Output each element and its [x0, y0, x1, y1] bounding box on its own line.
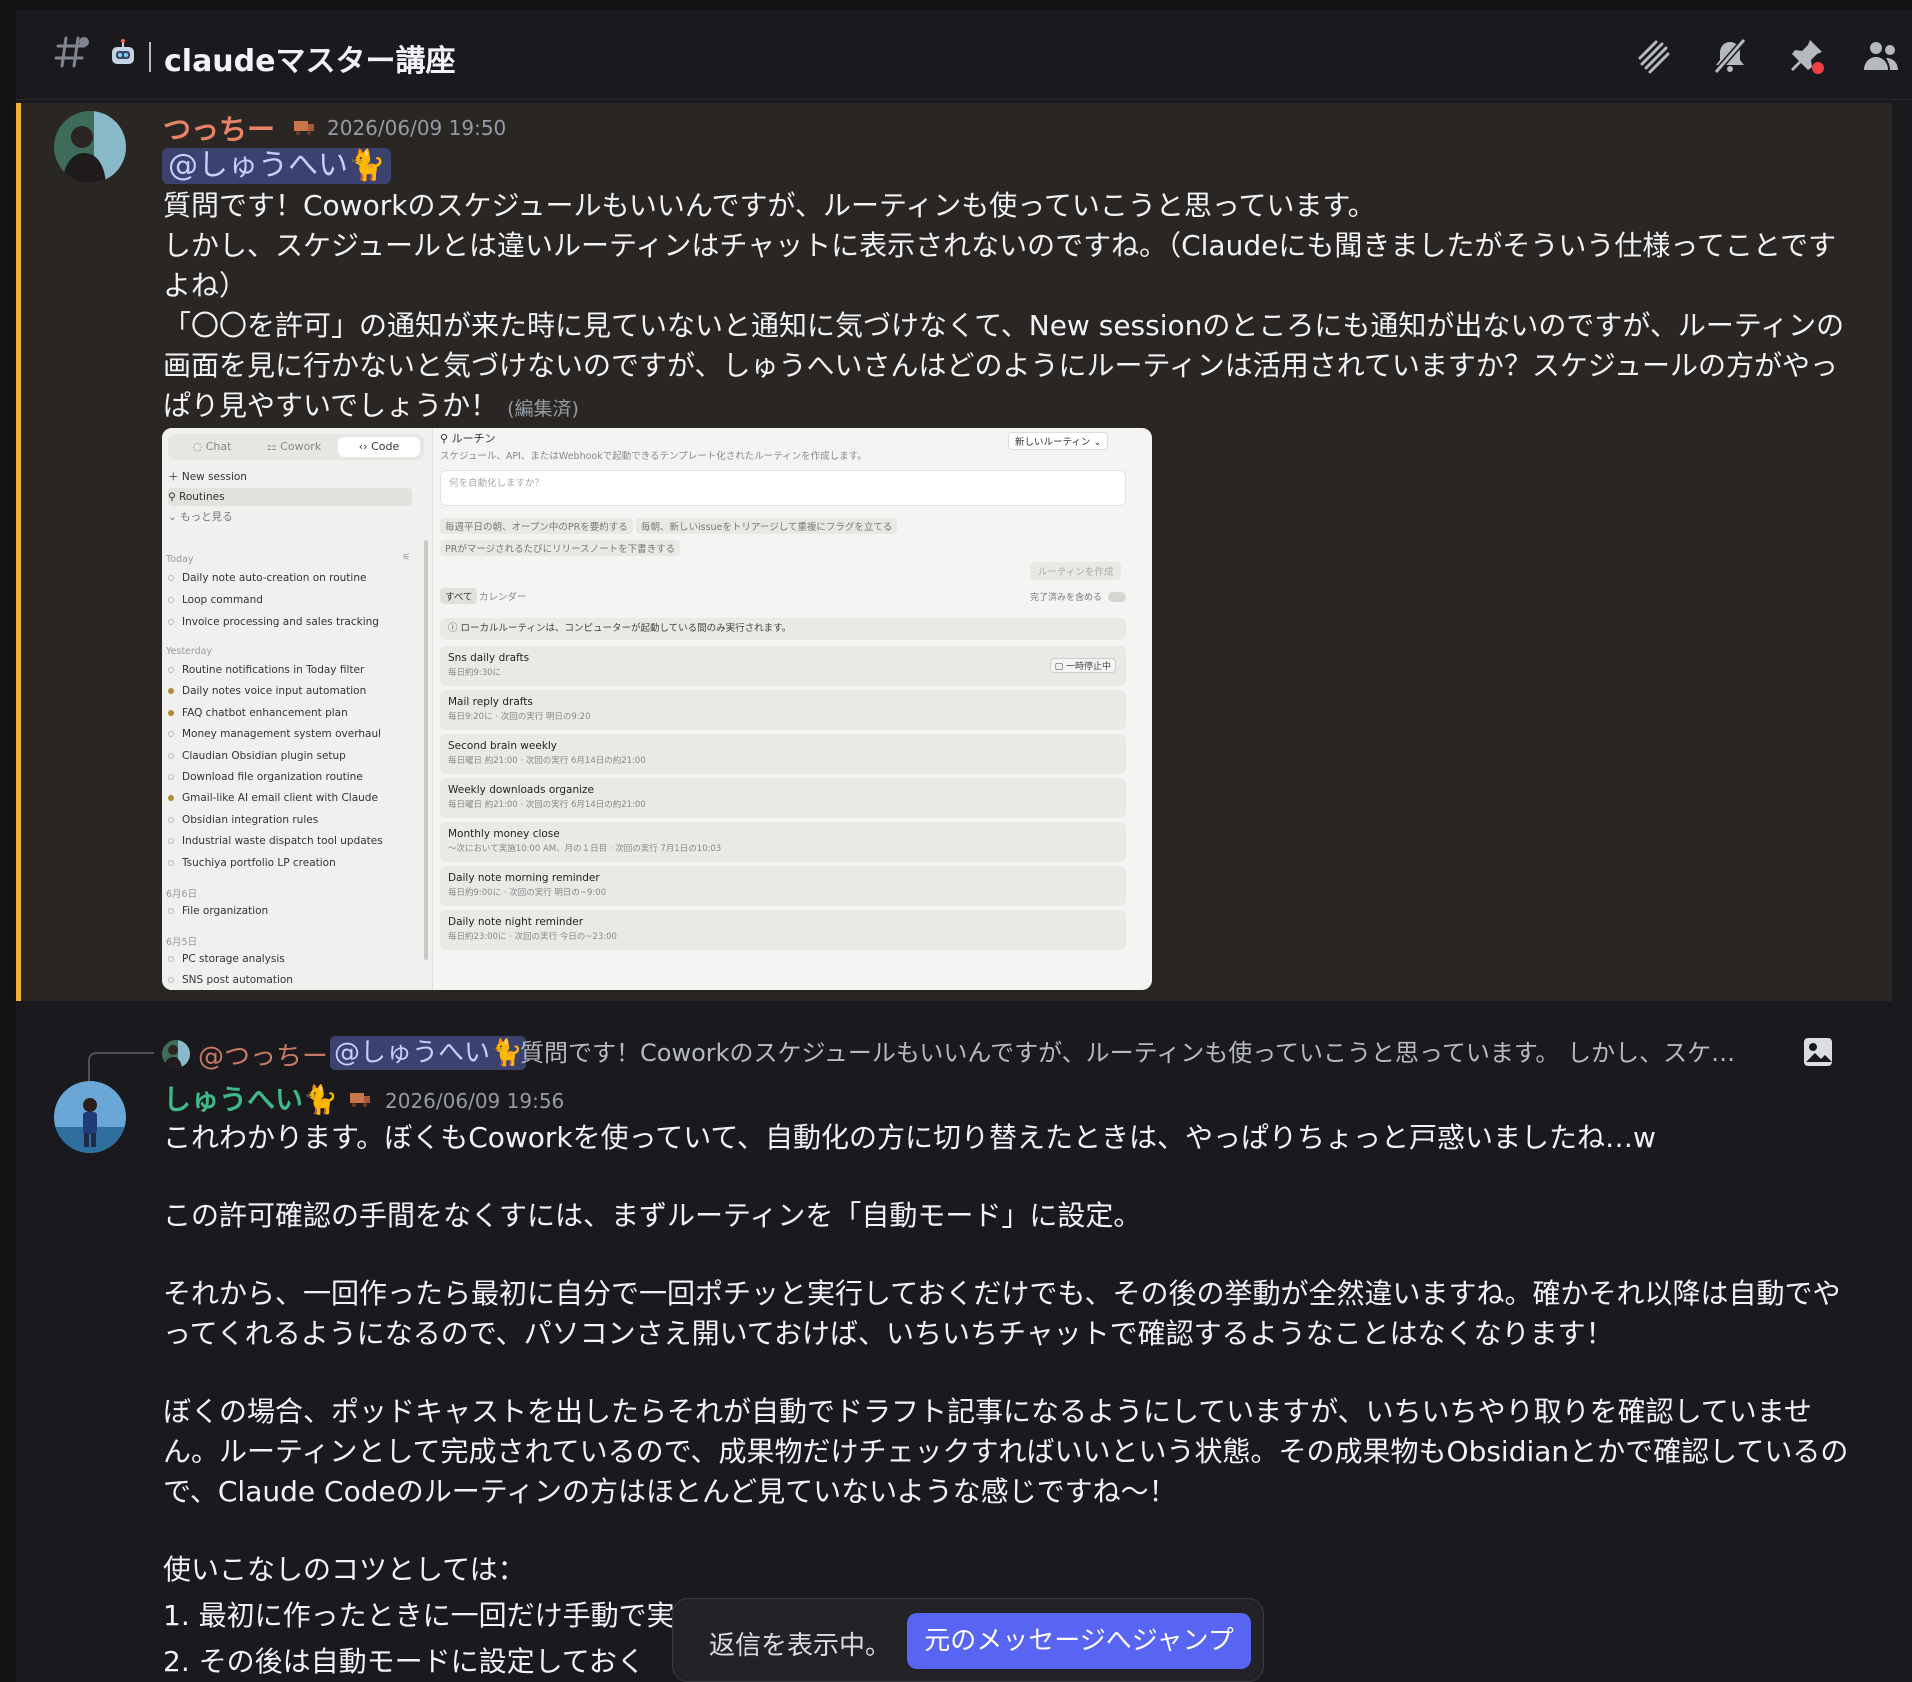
group-label: 6月5日 [166, 937, 198, 948]
tab-chat[interactable]: ◌ Chat [172, 437, 252, 457]
server-tag-icon [350, 1093, 370, 1107]
panel-title: ⚲ ルーチン [440, 432, 496, 445]
routine-card[interactable]: Monthly money close 〜次において実施10:00 AM、月の１… [440, 822, 1126, 862]
message-timestamp: 2026/06/09 19:56 [385, 1089, 565, 1113]
local-notice: ⓘ ローカルルーティンは、コンピューターが起動している間のみ実行されます。 [440, 618, 1126, 640]
message-author[interactable]: しゅうへい🐈 [163, 1078, 338, 1118]
mute-icon[interactable] [1710, 36, 1750, 76]
reply-jump-toast: 返信を表示中。 元のメッセージへジャンプ [672, 1598, 1264, 1682]
create-routine-button[interactable]: ルーティンを作成 [1030, 562, 1122, 580]
list-item[interactable]: Routine notifications in Today filter [168, 664, 364, 676]
toast-label: 返信を表示中。 [709, 1631, 892, 1661]
routine-card[interactable]: Second brain weekly 毎日曜日 約21:00 · 次回の実行 … [440, 734, 1126, 774]
server-rail-edge [0, 10, 16, 1682]
pin-icon[interactable] [1786, 36, 1826, 76]
reply-avatar[interactable] [162, 1040, 190, 1068]
routine-card[interactable]: Daily note night reminder 毎日約23:00に · 次回… [440, 910, 1126, 950]
list-item[interactable]: Daily notes voice input automation [168, 685, 366, 697]
message-line: しかし、スケジュールとは違いルーティンはチャットに表示されないのですね。（Cla… [163, 229, 1837, 302]
title-separator [149, 42, 151, 72]
list-item[interactable]: Invoice processing and sales tracking [168, 616, 379, 628]
filter-tab-calendar[interactable]: カレンダー [474, 588, 532, 604]
members-icon[interactable] [1862, 36, 1902, 76]
list-item[interactable]: Claudian Obsidian plugin setup [168, 750, 346, 762]
edited-marker: (編集済) [507, 398, 579, 420]
robot-icon [112, 39, 134, 64]
group-label: 6月6日 [166, 889, 198, 900]
jump-to-original-button[interactable]: 元のメッセージへジャンプ [907, 1613, 1251, 1669]
paragraph: ぼくの場合、ポッドキャストを出したらそれが自動でドラフト記事になるようにしていま… [163, 1395, 1849, 1508]
tab-code[interactable]: ‹› Code [338, 437, 420, 457]
filter-icon[interactable]: ⚟ [402, 552, 411, 563]
suggestion-chip[interactable]: 毎週平日の朝、オープン中のPRを要約する [440, 518, 633, 534]
nav-more[interactable]: ⌄ もっと見る [168, 508, 233, 526]
group-label: Today [166, 554, 194, 565]
panel-subtitle: スケジュール、API、またはWebhookで起動できるテンプレート化されたルーテ… [440, 451, 867, 462]
channel-title: claudeマスター講座 [164, 44, 456, 79]
list-item[interactable]: FAQ chatbot enhancement plan [168, 707, 348, 719]
reply-author[interactable]: @つっちー [198, 1036, 328, 1073]
routine-card[interactable]: Sns daily drafts 毎日約9:30に ▢ 一時停止中 [440, 646, 1126, 686]
list-item[interactable]: Money management system overhaul [168, 728, 381, 740]
list-item[interactable]: Obsidian integration rules [168, 814, 318, 826]
paused-badge: ▢ 一時停止中 [1049, 658, 1116, 673]
attached-screenshot[interactable]: ◌ Chat ⚏ Cowork ‹› Code ＋ New session ⚲ … [162, 428, 1152, 990]
message-content: 質問です！Coworkのスケジュールもいいんですが、ルーティンも使っていこうと思… [163, 186, 1863, 429]
hashtag-icon [54, 36, 89, 68]
window-top-strip [0, 0, 1912, 10]
message-line: 質問です！Coworkのスケジュールもいいんですが、ルーティンも使っていこうと思… [163, 189, 1376, 222]
include-done-label: 完了済みを含める [1030, 593, 1103, 603]
suggestion-chip[interactable]: PRがマージされるたびにリリースノートを下書きする [440, 540, 681, 556]
image-icon [1804, 1038, 1832, 1066]
list-item[interactable]: File organization [168, 905, 268, 917]
avatar[interactable] [54, 111, 126, 183]
new-routine-button[interactable]: 新しいルーティン ⌄ [1008, 432, 1109, 450]
automation-prompt-input[interactable]: 何を自動化しますか？ [440, 470, 1126, 506]
tab-cowork[interactable]: ⚏ Cowork [254, 437, 334, 457]
paragraph: 使いこなしのコツとしては： [163, 1553, 526, 1586]
routine-card[interactable]: Daily note morning reminder 毎日約9:00に · 次… [440, 866, 1126, 906]
avatar[interactable] [54, 1081, 126, 1153]
group-label: Yesterday [166, 646, 213, 657]
nav-new-session[interactable]: ＋ New session [168, 468, 247, 486]
list-item[interactable]: Download file organization routine [168, 771, 363, 783]
server-tag-icon [294, 121, 314, 135]
message-line: 「〇〇を許可」の通知が来た時に見ていないと通知に気づけなくて、New sessi… [163, 306, 1863, 429]
suggestion-chip[interactable]: 毎朝、新しいissueをトリアージして重複にフラグを立てる [636, 518, 898, 534]
paragraph: この許可確認の手間をなくすには、まずルーティンを「自動モード」に設定。 [163, 1199, 1142, 1232]
list-item[interactable]: Gmail-like AI email client with Claude [168, 792, 378, 804]
routine-card[interactable]: Weekly downloads organize 毎日曜日 約21:00 · … [440, 778, 1126, 818]
list-item[interactable]: PC storage analysis [168, 953, 285, 965]
list-item[interactable]: SNS post automation [168, 974, 293, 986]
message-timestamp: 2026/06/09 19:50 [327, 116, 507, 140]
message-line-text: 「〇〇を許可」の通知が来た時に見ていないと通知に気づけなくて、New sessi… [163, 309, 1845, 422]
list-item[interactable]: Tsuchiya portfolio LP creation [168, 857, 336, 869]
channel-header: claudeマスター講座 [16, 10, 1912, 100]
include-done-toggle[interactable] [1108, 592, 1126, 602]
paragraph: それから、一回作ったら最初に自分で一回ポチッと実行しておくだけでも、その後の挙動… [163, 1277, 1841, 1350]
routines-panel: ⚲ ルーチン スケジュール、API、またはWebhookで起動できるテンプレート… [440, 428, 1152, 990]
routine-card[interactable]: Mail reply drafts 毎日9:20に · 次回の実行 明日の9:2… [440, 690, 1126, 730]
mode-tabs: ◌ Chat ⚏ Cowork ‹› Code [168, 434, 424, 460]
list-item[interactable]: Loop command [168, 594, 263, 606]
message-author[interactable]: つっちー [163, 108, 275, 148]
nav-routines[interactable]: ⚲ Routines [168, 488, 412, 506]
list-item[interactable]: Industrial waste dispatch tool updates [168, 835, 383, 847]
reply-mention[interactable]: @しゅうへい🐈 [330, 1036, 527, 1070]
threads-icon[interactable] [1634, 36, 1674, 76]
reply-preview-text[interactable]: 質問です！Coworkのスケジュールもいいんですが、ルーティンも使っていこうと思… [520, 1036, 1770, 1070]
filter-tab-all[interactable]: すべて [440, 588, 478, 604]
app-sidebar: ◌ Chat ⚏ Cowork ‹› Code ＋ New session ⚲ … [162, 428, 433, 990]
paragraph: これわかります。ぼくもCoworkを使っていて、自動化の方に切り替えたときは、や… [163, 1121, 1656, 1154]
user-mention[interactable]: @しゅうへい🐈 [162, 148, 392, 184]
sidebar-scrollbar[interactable] [424, 540, 428, 960]
list-item[interactable]: Daily note auto-creation on routine [168, 572, 366, 584]
